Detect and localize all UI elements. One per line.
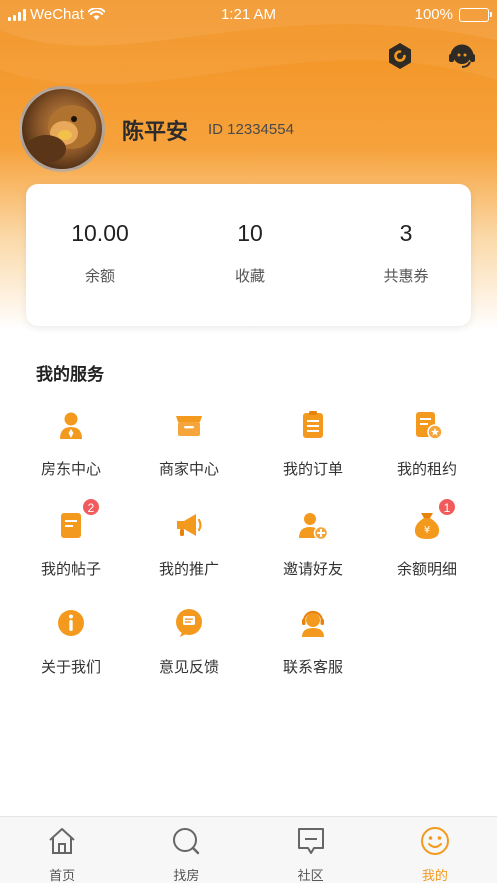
service-invite-friends[interactable]: 邀请好友 [258,508,368,579]
tab-label: 社区 [297,869,324,883]
stat-favorites[interactable]: 10 收藏 [176,184,324,286]
stat-value: 10 [237,220,263,246]
customer-service-headset-icon[interactable] [446,40,478,72]
stat-value: 10.00 [71,220,129,246]
service-label: 我的帖子 [40,560,101,578]
post-icon: 2 [54,498,100,542]
tab-label: 我的 [421,869,448,883]
service-label: 余额明细 [396,560,457,578]
tab-label: 首页 [49,869,76,883]
service-label: 联系客服 [282,658,343,676]
order-icon [296,408,330,442]
service-feedback[interactable]: 意见反馈 [134,606,244,677]
service-merchant-center[interactable]: 商家中心 [134,408,244,479]
feedback-icon [172,606,206,640]
tab-community[interactable]: 社区 [249,817,373,883]
tab-mine[interactable]: 我的 [373,817,497,883]
stats-card: 10.00 余额 10 收藏 3 共惠券 [26,184,471,326]
tab-home[interactable]: 首页 [0,817,124,883]
landlord-icon [54,408,88,442]
stat-value: 3 [399,220,413,246]
services-title: 我的服务 [36,365,104,385]
service-my-promotion[interactable]: 我的推广 [134,508,244,579]
avatar[interactable] [19,86,105,172]
user-name: 陈平安 [122,120,189,145]
search-icon [173,828,200,855]
settings-hex-icon[interactable] [384,40,416,72]
service-label: 邀请好友 [282,560,343,578]
customer-service-icon [296,606,330,640]
service-label: 我的推广 [158,560,219,578]
service-balance-details[interactable]: ¥ 1 余额明细 [372,498,482,579]
lease-icon [410,408,444,442]
stat-label: 余额 [84,267,115,285]
stat-label: 共惠券 [383,267,429,285]
profile-smile-icon [420,827,449,855]
money-bag-icon: ¥ 1 [410,498,456,542]
service-label: 意见反馈 [158,658,219,676]
service-my-posts[interactable]: 2 我的帖子 [16,498,126,579]
home-icon [49,828,75,854]
status-bar: WeChat 1:21 AM 100% [0,0,497,30]
service-label: 商家中心 [158,460,219,478]
status-right: 100% [414,6,492,23]
service-about-us[interactable]: 关于我们 [16,606,126,677]
service-contact-support[interactable]: 联系客服 [258,606,368,677]
community-icon [297,828,324,854]
tab-find-house[interactable]: 找房 [124,817,248,883]
service-landlord-center[interactable]: 房东中心 [16,408,126,479]
megaphone-icon [172,508,206,542]
stat-coupons[interactable]: 3 共惠券 [332,184,480,286]
notification-badge: 1 [438,498,456,516]
store-icon [172,408,206,442]
service-label: 我的订单 [282,460,343,478]
info-icon [54,606,88,640]
service-label: 房东中心 [40,460,101,478]
user-id: ID 12334554 [208,121,294,138]
battery-percent: 100% [414,6,453,23]
service-my-lease[interactable]: 我的租约 [372,408,482,479]
bottom-tab-bar: 首页 找房 社区 我的 [0,816,497,883]
stat-label: 收藏 [234,267,265,285]
notification-badge: 2 [82,498,100,516]
service-label: 关于我们 [40,658,101,676]
avatar-photo [26,105,96,163]
battery-icon [459,7,492,22]
invite-friend-icon [296,508,330,542]
tab-label: 找房 [173,869,200,883]
service-my-orders[interactable]: 我的订单 [258,408,368,479]
service-label: 我的租约 [396,460,457,478]
stat-balance[interactable]: 10.00 余额 [26,184,174,286]
svg-text:¥: ¥ [424,525,430,536]
